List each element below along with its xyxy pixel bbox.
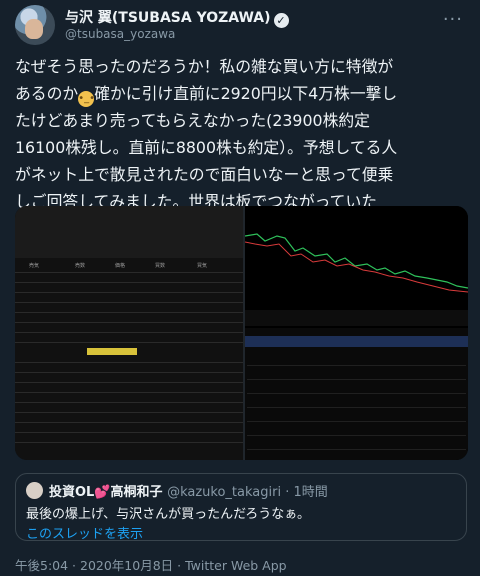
show-thread-link[interactable]: このスレッドを表示 [26, 523, 143, 542]
candlestick-chart [244, 233, 468, 326]
quoted-tweet[interactable]: 投資OL💕高桐和子 @kazuko_takagiri · 1時間 最後の爆上げ、… [15, 473, 467, 542]
tweet-line-5: がネット上で散見されたので面白いなーと思って便乗 [15, 165, 394, 184]
quoted-author-name-prefix: 投資OL [49, 485, 95, 500]
order-book-row [15, 332, 243, 333]
order-row [247, 380, 466, 394]
author-name[interactable]: 与沢 翼(TSUBASA YOZAWA) ✓ [65, 7, 289, 28]
order-book-row [15, 362, 243, 363]
tweet-line-2-rest: 確かに引け直前に2920円以下4万株一撃し [94, 84, 398, 103]
order-list-panel [245, 328, 468, 460]
current-price-highlight [87, 348, 137, 355]
tweet-media[interactable]: 売気 売数 価格 買数 買気 [15, 206, 468, 460]
order-book-row [15, 282, 243, 283]
order-book-row [15, 372, 243, 373]
heart-icon: 💕 [94, 485, 111, 500]
quoted-author-avatar [26, 482, 43, 499]
broker-tabs-bar [245, 336, 468, 347]
tweet-line-3: たけどあまり売ってもらえなかった(23900株約定 [15, 111, 370, 130]
quoted-author-name-suffix: 高桐和子 [110, 485, 163, 500]
order-book-row [15, 402, 243, 403]
tweet-line-2-prefix: あるのか [15, 84, 79, 103]
tweet-line-4: 16100株残し。直前に8800株も約定）。予想してる人 [15, 138, 398, 157]
quoted-author-line: 投資OL💕高桐和子 @kazuko_takagiri · 1時間 [49, 481, 328, 500]
order-book-col-4: 買数 [155, 263, 166, 269]
order-book-row [15, 272, 243, 273]
order-row [247, 352, 466, 366]
quoted-tweet-text: 最後の爆上げ、与沢さんが買ったんだろうなぁ。 [26, 507, 311, 522]
expressionless-emoji-icon: •_• [78, 91, 95, 107]
order-row [247, 436, 466, 450]
order-book-screenshot[interactable]: 売気 売数 価格 買数 買気 [15, 206, 243, 460]
tweet-header: 与沢 翼(TSUBASA YOZAWA) ✓ @tsubasa_yozawa ··… [15, 5, 465, 45]
order-book-col-1: 売気 [29, 263, 40, 269]
order-book-row [15, 342, 243, 343]
price-chart [244, 206, 468, 326]
order-book-row [15, 312, 243, 313]
order-book-row [15, 292, 243, 293]
order-book-col-3: 価格 [115, 263, 126, 269]
author-name-text: 与沢 翼(TSUBASA YOZAWA) [65, 10, 271, 26]
order-book-row [15, 322, 243, 323]
tweet-timestamp[interactable]: 午後5:04 · 2020年10月8日 · Twitter Web App [15, 555, 287, 574]
order-book-col-2: 売数 [75, 263, 86, 269]
tweet-line-1: なぜそう思ったのだろうか！私の雑な買い方に特徴が [15, 57, 394, 76]
order-book-row [15, 432, 243, 433]
tweet-text: なぜそう思ったのだろうか！私の雑な買い方に特徴が あるのか•_•確かに引け直前に… [15, 53, 467, 215]
order-book-header [15, 206, 243, 258]
order-book-row [15, 302, 243, 303]
more-options-icon[interactable]: ··· [443, 9, 463, 30]
order-row [247, 366, 466, 380]
order-book-row [15, 392, 243, 393]
order-book-row [15, 442, 243, 443]
order-row [247, 408, 466, 422]
order-book-col-5: 買気 [197, 263, 208, 269]
order-book-row [15, 382, 243, 383]
order-book-row [15, 412, 243, 413]
author-handle[interactable]: @tsubasa_yozawa [65, 27, 175, 41]
order-row [247, 422, 466, 436]
verified-icon: ✓ [273, 13, 289, 28]
author-avatar[interactable] [15, 5, 55, 45]
tweet-line-2: あるのか•_•確かに引け直前に2920円以下4万株一撃し [15, 80, 467, 107]
order-row [247, 394, 466, 408]
chart-and-order-list-screenshot[interactable] [244, 206, 468, 460]
order-book-row [15, 422, 243, 423]
quoted-author-handle-time: @kazuko_takagiri · 1時間 [167, 485, 328, 500]
